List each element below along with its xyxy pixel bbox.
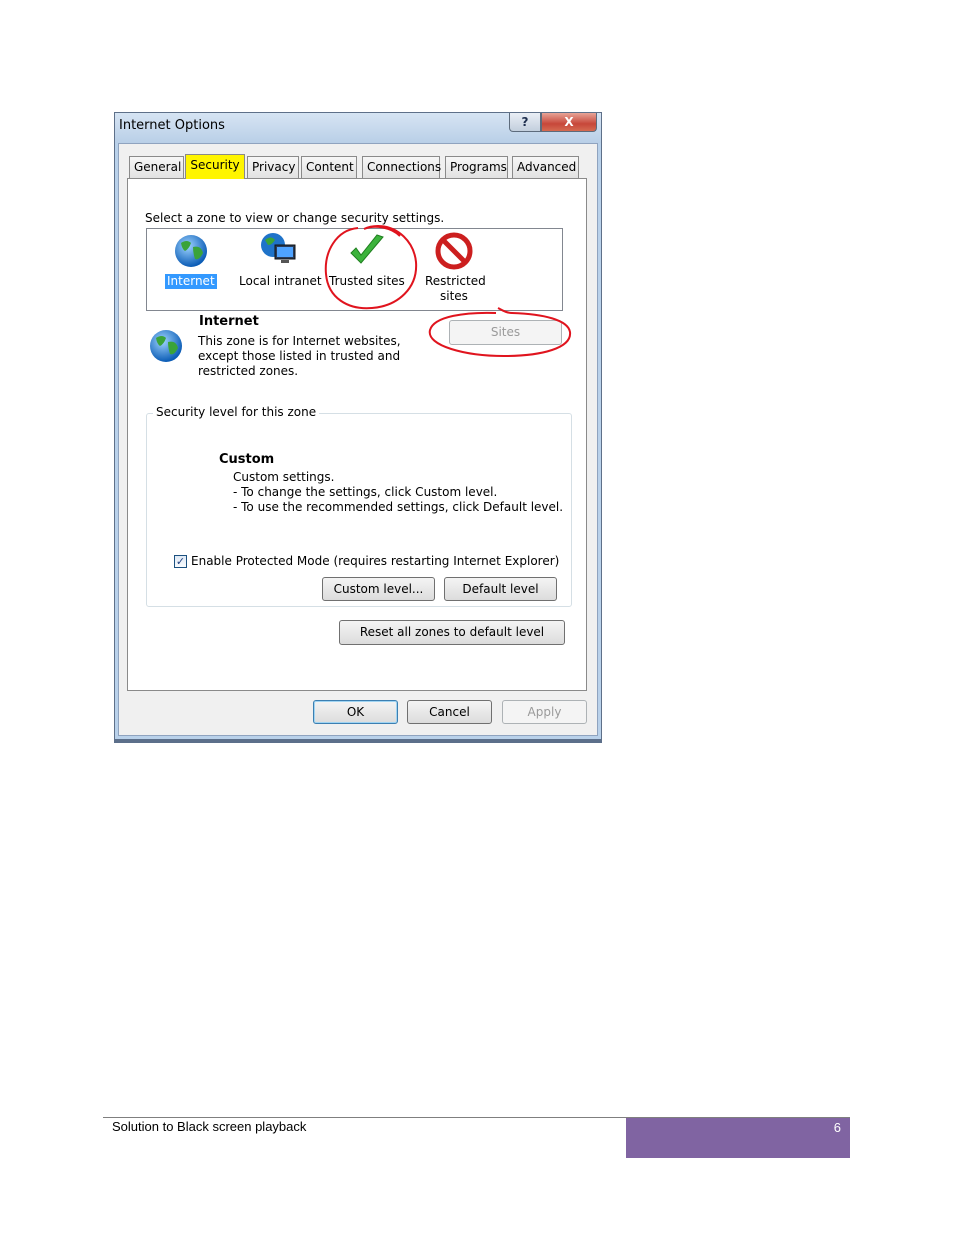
zone-trusted-sites[interactable]: Trusted sites: [327, 229, 407, 299]
footer-page-box: 6: [626, 1118, 850, 1158]
custom-level-button[interactable]: Custom level...: [322, 577, 435, 601]
zone-restricted-sites[interactable]: Restricted sites: [417, 229, 487, 309]
intranet-icon: [261, 233, 296, 263]
internet-options-dialog: Internet Options ? X General Security Pr…: [114, 112, 602, 743]
security-tab-panel: Select a zone to view or change security…: [127, 178, 587, 691]
tab-advanced[interactable]: Advanced: [512, 156, 579, 178]
zone-info-globe-icon: [150, 330, 182, 362]
checkmark-icon: [350, 234, 384, 264]
security-level-group: Security level for this zone Custom Cust…: [146, 405, 572, 607]
tab-privacy[interactable]: Privacy: [247, 156, 299, 178]
page-number: 6: [833, 1120, 841, 1135]
dialog-client-area: General Security Privacy Content Connect…: [118, 143, 598, 736]
zone-local-intranet[interactable]: Local intranet: [237, 229, 322, 299]
security-level-group-title: Security level for this zone: [153, 405, 320, 419]
tab-security[interactable]: Security: [185, 154, 245, 179]
apply-button[interactable]: Apply: [502, 700, 587, 724]
default-level-button[interactable]: Default level: [444, 577, 557, 601]
security-level-line-1: Custom settings.: [233, 470, 335, 484]
security-level-line-3: - To use the recommended settings, click…: [233, 500, 564, 514]
security-level-line-2: - To change the settings, click Custom l…: [233, 485, 498, 499]
tab-content[interactable]: Content: [301, 156, 357, 178]
zone-info-desc-2: except those listed in trusted and: [198, 349, 401, 363]
cancel-button[interactable]: Cancel: [407, 700, 492, 724]
zone-internet[interactable]: Internet: [157, 229, 227, 299]
zone-restricted-sites-label-1: Restricted: [425, 274, 486, 288]
zone-trusted-sites-label: Trusted sites: [329, 274, 405, 288]
sites-button[interactable]: Sites: [449, 320, 562, 345]
zone-info-title: Internet: [199, 314, 259, 329]
zone-list: Internet Local intranet Trusted sites Re…: [146, 228, 563, 311]
help-button[interactable]: ?: [509, 113, 541, 132]
globe-icon: [175, 235, 207, 267]
security-level-name: Custom: [219, 452, 275, 467]
title-bar[interactable]: Internet Options ? X: [115, 113, 601, 143]
protected-mode-checkbox[interactable]: ✓: [174, 555, 187, 568]
zone-prompt: Select a zone to view or change security…: [145, 211, 445, 225]
restricted-icon: [435, 232, 473, 270]
tab-programs[interactable]: Programs: [445, 156, 508, 178]
tab-connections[interactable]: Connections: [362, 156, 441, 178]
zone-local-intranet-label: Local intranet: [239, 274, 322, 288]
protected-mode-label: Enable Protected Mode (requires restarti…: [191, 554, 560, 568]
zone-internet-label: Internet: [165, 274, 217, 289]
reset-all-zones-button[interactable]: Reset all zones to default level: [339, 620, 565, 645]
tab-general[interactable]: General: [129, 156, 184, 178]
zone-info-desc-3: restricted zones.: [198, 364, 299, 378]
close-button[interactable]: X: [541, 113, 597, 132]
zone-info-desc-1: This zone is for Internet websites,: [198, 334, 401, 348]
window-title: Internet Options: [119, 118, 225, 133]
zone-restricted-sites-label-2: sites: [440, 289, 468, 303]
footer-title: Solution to Black screen playback: [112, 1119, 307, 1134]
ok-button[interactable]: OK: [313, 700, 398, 724]
